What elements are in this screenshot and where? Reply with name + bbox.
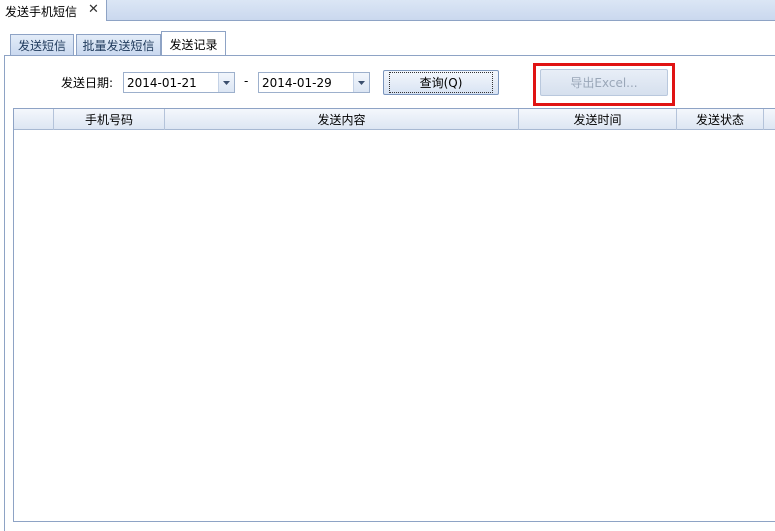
date-to-dropdown-button[interactable] (353, 73, 369, 92)
grid-body[interactable] (14, 130, 775, 521)
column-header-phone-number[interactable]: 手机号码 (54, 109, 165, 130)
grid-header: 手机号码 发送内容 发送时间 发送状态 (14, 109, 775, 130)
chevron-down-icon (223, 80, 230, 85)
chevron-down-icon (358, 80, 365, 85)
date-to-value[interactable]: 2014-01-29 (259, 76, 353, 90)
column-header-send-status[interactable]: 发送状态 (677, 109, 764, 130)
column-header-content[interactable]: 发送内容 (165, 109, 519, 130)
query-button-label: 查询(Q) (388, 72, 494, 93)
document-tab[interactable]: 发送手机短信 ✕ (0, 0, 107, 21)
column-header-indicator[interactable] (14, 109, 54, 130)
column-header-send-time[interactable]: 发送时间 (519, 109, 677, 130)
tab-send-records[interactable]: 发送记录 (161, 31, 226, 57)
query-button[interactable]: 查询(Q) (383, 70, 499, 95)
records-grid: 手机号码 发送内容 发送时间 发送状态 (13, 108, 775, 522)
send-date-label: 发送日期: (61, 76, 114, 90)
date-range-separator: - (244, 74, 249, 88)
date-to-picker[interactable]: 2014-01-29 (258, 72, 370, 93)
tab-send-sms[interactable]: 发送短信 (10, 34, 74, 56)
date-from-picker[interactable]: 2014-01-21 (123, 72, 235, 93)
export-excel-button: 导出Excel... (540, 69, 668, 96)
close-icon[interactable]: ✕ (88, 2, 99, 17)
tab-batch-send-sms[interactable]: 批量发送短信 (76, 34, 161, 56)
document-tab-title: 发送手机短信 (5, 5, 78, 19)
document-tab-strip: 发送手机短信 ✕ (0, 0, 775, 21)
date-from-dropdown-button[interactable] (218, 73, 234, 92)
date-from-value[interactable]: 2014-01-21 (124, 76, 218, 90)
